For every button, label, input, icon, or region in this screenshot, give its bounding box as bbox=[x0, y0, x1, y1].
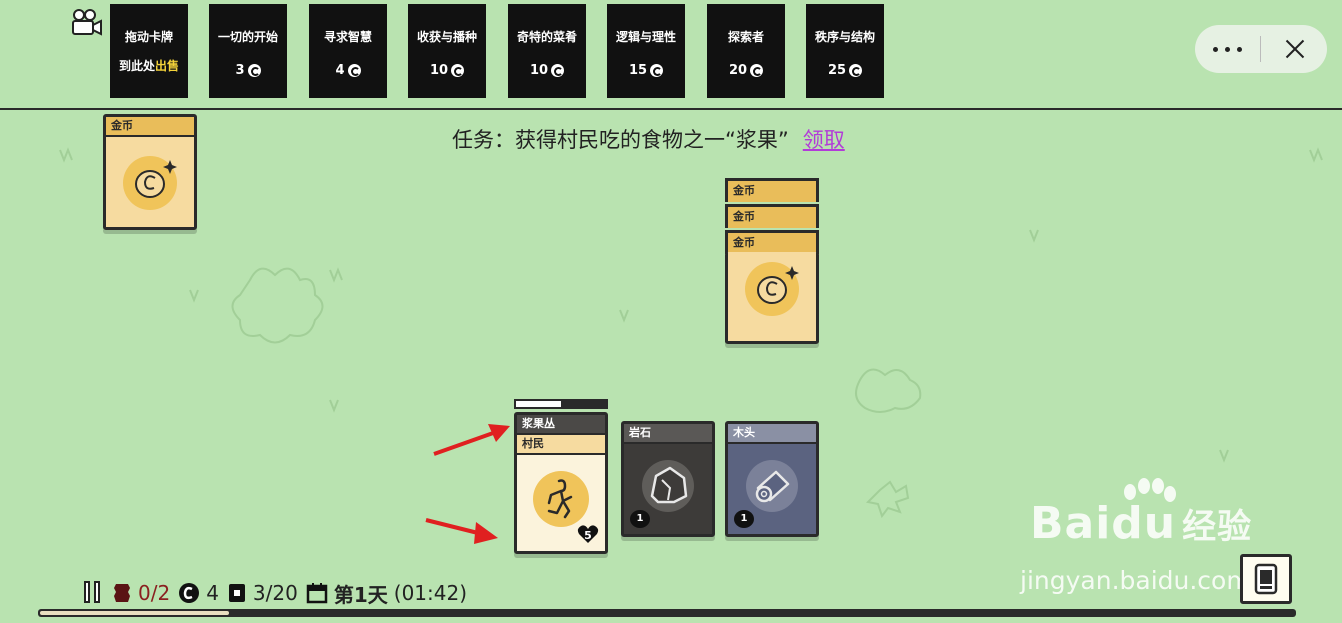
coin-icon bbox=[745, 262, 799, 317]
wood-card[interactable]: 木头 1 bbox=[725, 421, 819, 537]
red-arrow-annotation bbox=[433, 424, 510, 456]
status-bar: 0/2 4 3/20 第1天 (01:42) bbox=[84, 578, 467, 608]
day-timer: (01:42) bbox=[393, 581, 468, 605]
food-count: 0/2 bbox=[138, 581, 171, 605]
villager-health: 5 bbox=[584, 529, 592, 542]
sell-zone-highlight: 出售 bbox=[155, 59, 180, 73]
rock-icon bbox=[642, 459, 694, 512]
idea-book-button[interactable] bbox=[1240, 554, 1292, 604]
coin-stack-card[interactable]: 金币 bbox=[725, 204, 819, 228]
day-progress-fill bbox=[40, 611, 229, 615]
pack-harvest[interactable]: 收获与播种 10 bbox=[408, 4, 486, 98]
villager-icon bbox=[533, 471, 589, 528]
wood-count: 1 bbox=[734, 510, 754, 528]
close-icon[interactable] bbox=[1283, 37, 1307, 61]
task-text: 任务：获得村民吃的食物之一“浆果” bbox=[452, 128, 789, 152]
red-arrow-annotation bbox=[425, 518, 498, 544]
pack-title: 逻辑与理性 bbox=[615, 30, 676, 44]
coin-stack-card[interactable]: 金币 bbox=[725, 178, 819, 202]
sell-zone-label: 拖动卡牌 bbox=[124, 30, 173, 44]
pack-wisdom[interactable]: 寻求智慧 4 bbox=[309, 4, 387, 98]
watermark-url: jingyan.baidu.com bbox=[1020, 566, 1251, 595]
day-label: 第1天 bbox=[333, 582, 388, 607]
coin-stack-card[interactable]: 金币 bbox=[725, 230, 819, 254]
pack-order[interactable]: 秩序与结构 25 bbox=[806, 4, 884, 98]
sell-zone[interactable]: 拖动卡牌 到此处出售 bbox=[110, 4, 188, 98]
pack-cuisine[interactable]: 奇特的菜肴 10 bbox=[508, 4, 586, 98]
coin-icon bbox=[849, 64, 863, 77]
coin-icon bbox=[179, 583, 200, 603]
claim-link[interactable]: 领取 bbox=[803, 128, 845, 152]
pack-title: 探索者 bbox=[727, 30, 764, 44]
coin-icon bbox=[247, 64, 261, 77]
coin-count: 4 bbox=[206, 581, 219, 605]
pack-title: 寻求智慧 bbox=[323, 30, 372, 44]
rock-count: 1 bbox=[630, 510, 650, 528]
harvest-progress-bar bbox=[514, 399, 608, 409]
camera-icon[interactable] bbox=[70, 8, 104, 36]
coin-icon bbox=[551, 64, 565, 77]
berry-bush-title: 浆果丛 bbox=[517, 415, 605, 435]
book-icon bbox=[1254, 563, 1278, 595]
card-title: 岩石 bbox=[624, 424, 712, 444]
day-progress-bar bbox=[38, 609, 1296, 617]
pack-beginning[interactable]: 一切的开始 3 bbox=[209, 4, 287, 98]
pack-cost: 3 bbox=[235, 63, 245, 78]
pack-cost: 4 bbox=[335, 63, 345, 78]
coin-card[interactable]: 金币 bbox=[103, 114, 197, 230]
villager-title: 村民 bbox=[517, 435, 605, 455]
pause-icon[interactable] bbox=[84, 581, 104, 605]
pack-title: 收获与播种 bbox=[416, 30, 477, 44]
task-banner: 任务：获得村民吃的食物之一“浆果” 领取 bbox=[452, 124, 845, 154]
pack-title: 秩序与结构 bbox=[814, 30, 875, 44]
pack-cost: 10 bbox=[429, 63, 449, 78]
berry-bush-villager-stack[interactable]: 浆果丛 村民 5 bbox=[514, 412, 608, 554]
pack-cost: 25 bbox=[827, 63, 847, 78]
pack-explorer[interactable]: 探索者 20 bbox=[707, 4, 785, 98]
pack-title: 奇特的菜肴 bbox=[516, 30, 577, 44]
rock-card[interactable]: 岩石 1 bbox=[621, 421, 715, 537]
harvest-progress-fill bbox=[516, 401, 561, 407]
log-icon bbox=[746, 459, 798, 512]
pack-cost: 15 bbox=[628, 63, 648, 78]
paw-icon bbox=[1124, 478, 1176, 502]
coin-icon bbox=[347, 64, 361, 77]
card-title: 金币 bbox=[106, 117, 194, 137]
coin-icon bbox=[451, 64, 465, 77]
watermark-brand-cn: 经验 bbox=[1182, 507, 1253, 547]
mini-program-capsule bbox=[1195, 25, 1327, 73]
calendar-icon bbox=[306, 583, 328, 604]
food-icon bbox=[114, 584, 130, 602]
coin-stack-top-card[interactable]: 金币 bbox=[725, 252, 819, 344]
capsule-divider bbox=[1260, 36, 1261, 62]
sell-zone-hint: 到此处 bbox=[118, 59, 155, 73]
top-bar: 拖动卡牌 到此处出售 一切的开始 3 寻求智慧 4 收获与播种 10 奇特的菜肴… bbox=[0, 0, 1342, 110]
coin-icon bbox=[650, 64, 664, 77]
card-title: 木头 bbox=[728, 424, 816, 444]
card-count: 3/20 bbox=[252, 581, 298, 605]
pack-title: 一切的开始 bbox=[217, 30, 278, 44]
more-options-icon[interactable] bbox=[1211, 35, 1245, 63]
pack-cost: 10 bbox=[529, 63, 549, 78]
card-count-icon bbox=[228, 584, 245, 602]
pack-logic[interactable]: 逻辑与理性 15 bbox=[607, 4, 685, 98]
coin-icon bbox=[123, 156, 177, 210]
pack-cost: 20 bbox=[728, 63, 748, 78]
coin-icon bbox=[750, 64, 764, 77]
